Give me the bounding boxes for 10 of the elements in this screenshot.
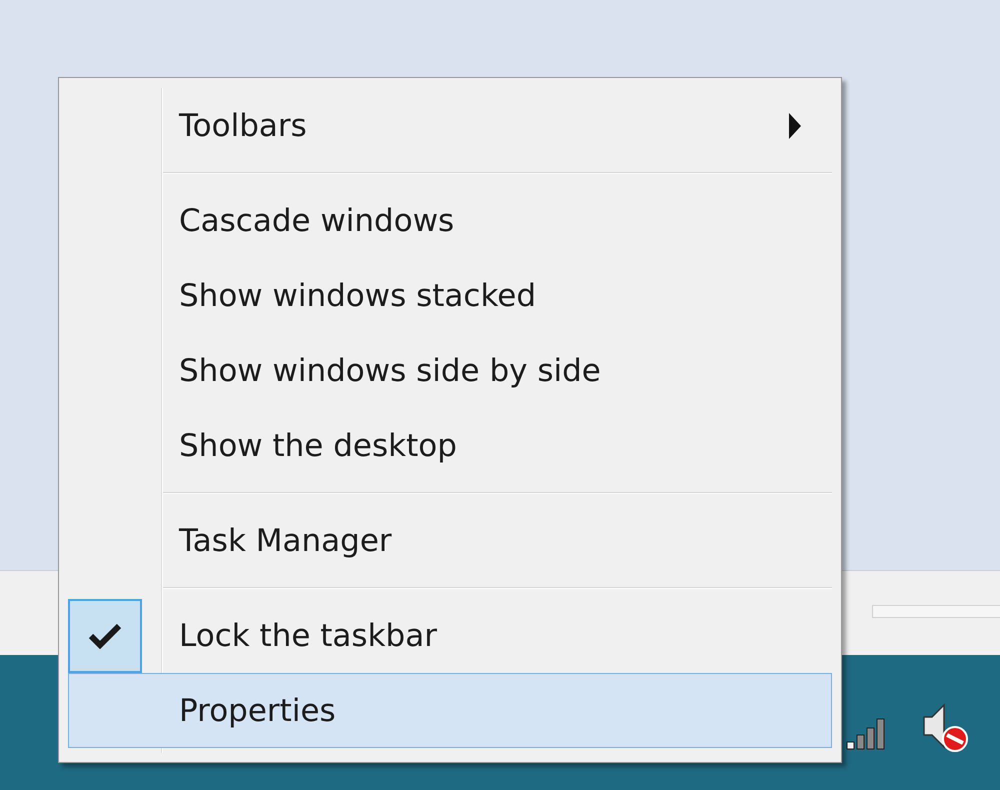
menu-item[interactable]: Toolbars bbox=[68, 88, 832, 163]
check-icon bbox=[88, 622, 122, 648]
menu-item[interactable]: Show windows stacked bbox=[68, 258, 832, 333]
menu-item[interactable]: Show the desktop bbox=[68, 408, 832, 483]
scrollbar[interactable] bbox=[872, 605, 1000, 618]
menu-item[interactable]: Cascade windows bbox=[68, 183, 832, 258]
menu-item[interactable]: Properties bbox=[68, 673, 832, 748]
menu-item[interactable]: Lock the taskbar bbox=[68, 598, 832, 673]
menu-item[interactable]: Show windows side by side bbox=[68, 333, 832, 408]
menu-item[interactable]: Task Manager bbox=[68, 503, 832, 578]
